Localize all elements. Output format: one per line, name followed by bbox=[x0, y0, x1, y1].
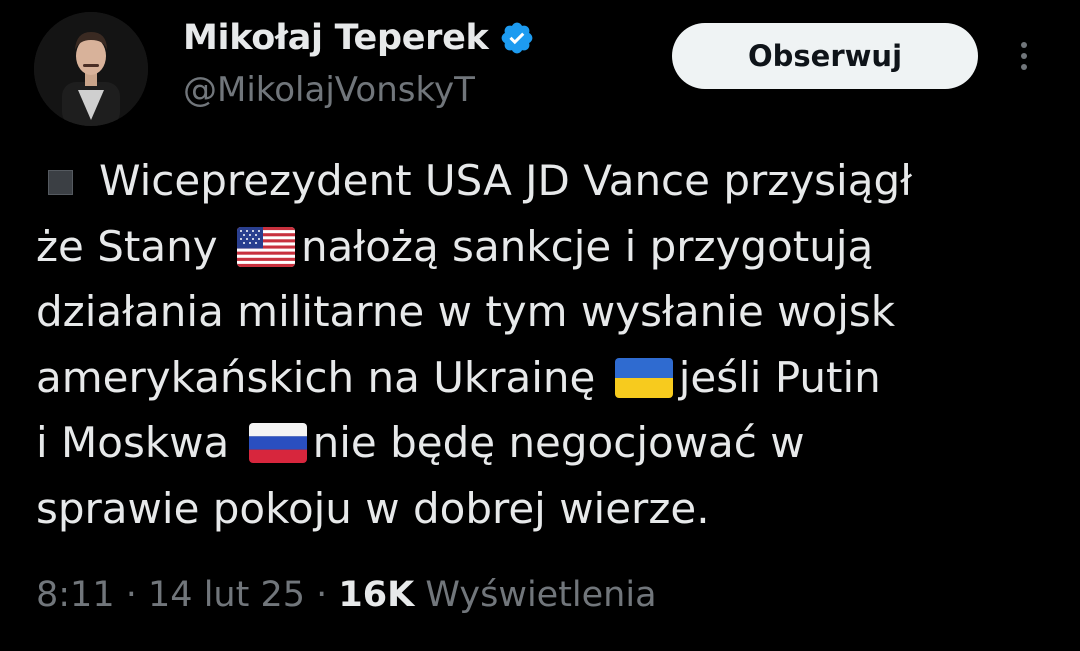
views-count[interactable]: 16K bbox=[338, 575, 414, 615]
tweet-text-segment: sprawie pokoju w dobrej wierze. bbox=[36, 483, 710, 533]
views-label[interactable]: Wyświetlenia bbox=[425, 575, 656, 615]
meta-separator: · bbox=[316, 575, 328, 615]
black-square-icon bbox=[48, 170, 73, 195]
tweet-text-segment: nałożą sankcje i przygotują bbox=[300, 221, 874, 271]
more-dot bbox=[1021, 53, 1027, 59]
tweet-time[interactable]: 8:11 bbox=[36, 575, 115, 615]
tweet-text-segment: i Moskwa bbox=[36, 418, 243, 467]
tweet-line: działania militarne w tym wysłanie wojsk bbox=[36, 279, 1046, 345]
more-dot bbox=[1021, 64, 1027, 70]
tweet-text-segment: jeśli Putin bbox=[678, 352, 881, 402]
verified-badge-icon[interactable] bbox=[499, 20, 535, 56]
tweet-text-segment: nie będę negocjować w bbox=[312, 418, 805, 467]
tweet-text-segment: amerykańskich na Ukrainę bbox=[36, 352, 609, 402]
tweet-text-segment: że Stany bbox=[36, 221, 231, 271]
tweet-meta: 8:11 · 14 lut 25 · 16K Wyświetlenia bbox=[36, 575, 657, 615]
tweet-line: Wiceprezydent USA JD Vance przysiągł bbox=[36, 148, 1046, 214]
tweet-date[interactable]: 14 lut 25 bbox=[148, 575, 305, 615]
avatar[interactable] bbox=[34, 12, 148, 126]
tweet-line: i Moskwa nie będę negocjować w bbox=[36, 410, 1046, 476]
more-vertical-icon bbox=[1021, 42, 1027, 48]
tweet-line: że Stany nałożą sankcje i przygotują bbox=[36, 214, 1046, 280]
avatar-photo-icon bbox=[34, 12, 148, 126]
author-display-name[interactable]: Mikołaj Teperek bbox=[183, 18, 489, 58]
tweet-text: Wiceprezydent USA JD Vance przysiągł że … bbox=[36, 148, 1046, 541]
tweet-line: amerykańskich na Ukrainę jeśli Putin bbox=[36, 345, 1046, 411]
us-flag-icon bbox=[236, 226, 295, 267]
follow-button[interactable]: Obserwuj bbox=[672, 23, 978, 89]
meta-separator: · bbox=[125, 575, 137, 615]
tweet-text-segment: Wiceprezydent USA JD Vance przysiągł bbox=[99, 156, 913, 205]
ukraine-flag-icon bbox=[614, 357, 673, 398]
author-handle[interactable]: @MikolajVonskyT bbox=[183, 70, 475, 110]
author-name-row: Mikołaj Teperek bbox=[183, 18, 535, 58]
tweet-text-segment: działania militarne w tym wysłanie wojsk bbox=[36, 287, 896, 336]
more-options-button[interactable] bbox=[1006, 36, 1042, 76]
tweet-line: sprawie pokoju w dobrej wierze. bbox=[36, 476, 1046, 542]
russia-flag-icon bbox=[248, 423, 307, 463]
